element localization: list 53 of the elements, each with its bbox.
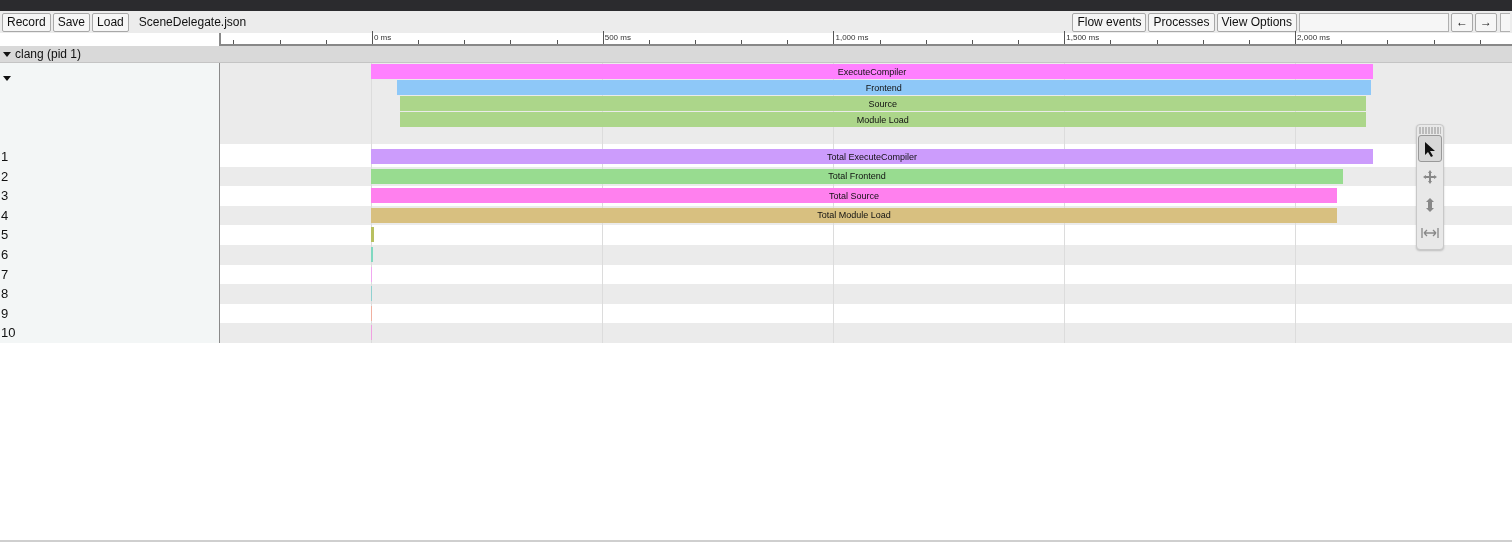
file-name: SceneDelegate.json xyxy=(138,15,247,29)
counter-bar-label: Total Source xyxy=(828,190,879,201)
counter-bar[interactable] xyxy=(371,227,374,243)
trace-slice[interactable]: Source xyxy=(400,96,1366,111)
toolbar-button[interactable] xyxy=(1500,12,1510,32)
counter-bar[interactable]: Total ExecuteCompiler xyxy=(371,149,1373,164)
slice-label: Frontend xyxy=(865,82,902,93)
toolbar-button[interactable]: Record xyxy=(2,12,51,32)
nav-button[interactable]: → xyxy=(1475,12,1497,32)
toolbar-button[interactable]: Save xyxy=(52,12,91,32)
trace-slice[interactable]: ExecuteCompiler xyxy=(371,64,1373,79)
counter-label: 8 xyxy=(1,286,9,302)
vertical-arrows-icon xyxy=(1424,196,1436,213)
toolbar-button[interactable]: Load xyxy=(92,12,129,32)
caret-icon[interactable] xyxy=(3,76,11,81)
counter-bar[interactable]: Total Frontend xyxy=(371,168,1343,184)
counter-bar[interactable]: Total Module Load xyxy=(371,207,1337,223)
toolbar-button[interactable]: Flow events xyxy=(1072,12,1147,32)
tick-label: 1,000 ms xyxy=(835,33,869,42)
slice-label: ExecuteCompiler xyxy=(837,66,907,77)
horizontal-range-icon xyxy=(1421,226,1439,239)
counter-label: 6 xyxy=(1,246,9,262)
tick-label: 2,000 ms xyxy=(1297,33,1330,42)
tick-label: 0 ms xyxy=(373,33,392,42)
counter-label: 9 xyxy=(1,305,9,321)
pointer-icon xyxy=(1423,140,1437,157)
process-header[interactable]: clang (pid 1) xyxy=(0,46,1512,63)
toolbar-button[interactable]: View Options xyxy=(1216,12,1297,32)
grip-handle[interactable] xyxy=(1419,127,1441,134)
tool-button[interactable] xyxy=(1418,135,1442,162)
counter-bar-label: Total Module Load xyxy=(817,210,891,221)
counter-label: 1 xyxy=(1,149,9,164)
tick-label: 1,500 ms xyxy=(1066,33,1100,42)
trace-slice[interactable]: Module Load xyxy=(400,112,1366,127)
counter-bar-label: Total ExecuteCompiler xyxy=(826,151,917,162)
counter-label: 4 xyxy=(1,207,9,223)
move-icon xyxy=(1422,168,1438,185)
counter-bar[interactable]: Total Source xyxy=(371,188,1337,204)
trace-slice[interactable]: Frontend xyxy=(396,80,1371,95)
slice-label: Source xyxy=(868,98,898,109)
slice-label: Module Load xyxy=(856,114,909,125)
counter-bar-label: Total Frontend xyxy=(828,171,886,182)
caret-icon[interactable] xyxy=(3,51,11,57)
counter-label: 10 xyxy=(1,325,16,341)
counter-label: 2 xyxy=(1,168,9,184)
counter-label: 3 xyxy=(1,188,9,204)
search-field[interactable] xyxy=(1299,12,1449,32)
counter-label: 5 xyxy=(1,227,9,243)
counter-label: 7 xyxy=(1,266,9,282)
process-label: clang (pid 1) xyxy=(15,47,82,61)
tick-label: 500 ms xyxy=(604,33,631,42)
nav-button[interactable]: ← xyxy=(1451,12,1473,32)
toolbar-button[interactable]: Processes xyxy=(1148,12,1215,32)
